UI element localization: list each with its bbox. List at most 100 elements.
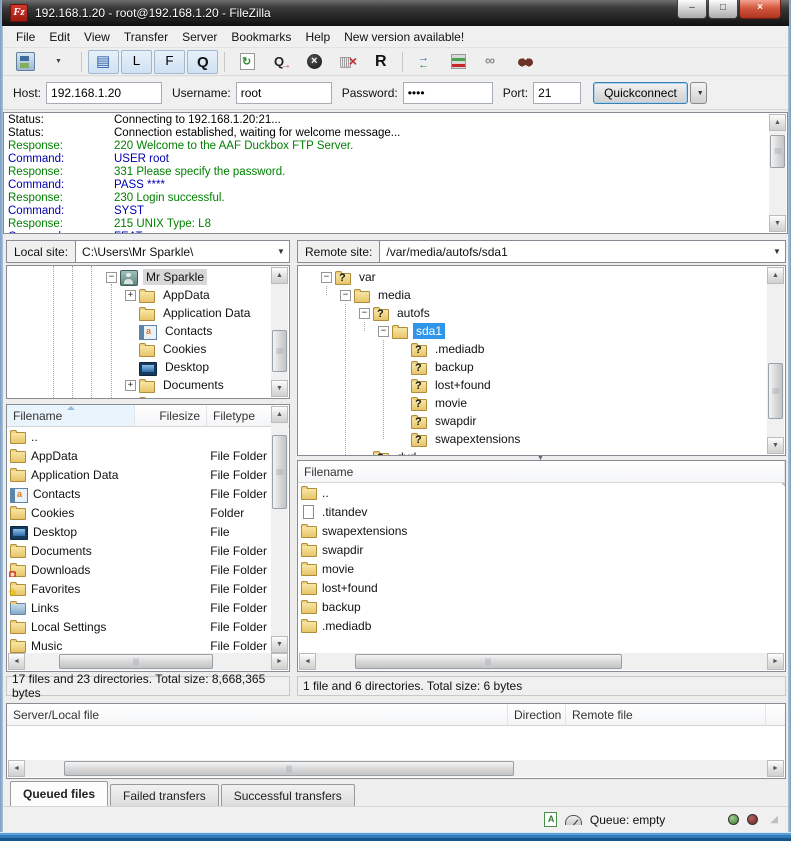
tree-expander[interactable]: + [125,290,136,301]
tree-expander[interactable]: − [340,290,351,301]
scroll-thumb[interactable] [272,330,287,373]
tree-item-downloads[interactable]: +Downloads [7,394,271,398]
tree-expander[interactable]: − [321,272,332,283]
tree-item-application-data[interactable]: Application Data [7,304,271,322]
queue-hscrollbar[interactable]: ◄► [8,760,784,777]
tree-item-backup[interactable]: backup [298,358,767,376]
tree-item-var[interactable]: −var [298,268,767,286]
directory-comparison-button[interactable] [442,50,475,74]
menu-item-new-version-available[interactable]: New version available! [337,28,471,46]
scroll-thumb[interactable] [355,654,622,669]
file-row-local-settings[interactable]: Local SettingsFile Folder [7,617,272,636]
file-row-desktop[interactable]: DesktopFile [7,522,272,541]
menu-item-help[interactable]: Help [298,28,337,46]
file-row-cookies[interactable]: CookiesFolder [7,503,272,522]
scroll-thumb[interactable] [768,363,783,419]
file-row-favorites[interactable]: FavoritesFile Folder [7,579,272,598]
tree-expander[interactable]: + [125,380,136,391]
tree-item-contacts[interactable]: Contacts [7,322,271,340]
file-row-links[interactable]: LinksFile Folder [7,598,272,617]
tree-expander[interactable]: − [106,272,117,283]
file-row-movie[interactable]: movie [298,559,785,578]
file-row-[interactable]: .. [7,427,272,446]
tree-item-dvd[interactable]: dvd [298,448,767,455]
toggle-remote-tree-button[interactable] [154,50,185,74]
tree-item-desktop[interactable]: Desktop [7,358,271,376]
local-tree-scrollbar[interactable]: ▲▼ [271,267,288,397]
queue-column-header-direction[interactable]: Direction [508,704,566,725]
column-header-filesize[interactable]: Filesize [135,405,207,426]
host-input[interactable] [46,82,162,104]
file-row-contacts[interactable]: ContactsFile Folder [7,484,272,503]
file-row-backup[interactable]: backup [298,597,785,616]
find-files-button[interactable] [510,50,541,74]
menu-item-edit[interactable]: Edit [42,28,77,46]
tree-expander[interactable]: + [125,398,136,399]
tree-item-appdata[interactable]: +AppData [7,286,271,304]
tab-queued-files[interactable]: Queued files [10,781,108,806]
menu-item-view[interactable]: View [77,28,117,46]
toggle-queue-button[interactable] [187,50,218,74]
quickconnect-button[interactable]: Quickconnect [593,82,688,104]
resize-grip[interactable]: ◢ [770,814,778,825]
username-input[interactable] [236,82,332,104]
message-log-scrollbar[interactable]: ▲▼ [769,114,786,232]
remote-tree-scrollbar[interactable]: ▲▼ [767,267,784,454]
maximize-button[interactable]: □ [708,0,738,19]
close-button[interactable]: × [739,0,781,19]
scroll-down-arrow[interactable]: ▼ [271,636,288,653]
file-row-application-data[interactable]: Application DataFile Folder [7,465,272,484]
local-site-path[interactable]: C:\Users\Mr Sparkle\ [76,241,273,262]
tree-expander[interactable]: − [378,326,389,337]
menu-item-file[interactable]: File [9,28,42,46]
tree-item-cookies[interactable]: Cookies [7,340,271,358]
refresh-button[interactable] [231,50,264,74]
scroll-right-arrow[interactable]: ► [767,653,784,670]
site-manager-button[interactable] [9,50,42,74]
scroll-up-arrow[interactable]: ▲ [271,406,288,423]
process-queue-button[interactable] [266,50,297,74]
file-row-documents[interactable]: DocumentsFile Folder [7,541,272,560]
panel-collapse-arrow[interactable]: ▼ [537,455,544,462]
tab-successful-transfers[interactable]: Successful transfers [221,784,355,806]
scroll-right-arrow[interactable]: ► [767,760,784,777]
scroll-left-arrow[interactable]: ◄ [8,760,25,777]
tree-item-movie[interactable]: movie [298,394,767,412]
file-row-mediadb[interactable]: .mediadb [298,616,785,635]
port-input[interactable] [533,82,581,104]
scroll-left-arrow[interactable]: ◄ [299,653,316,670]
scroll-down-arrow[interactable]: ▼ [769,215,786,232]
site-manager-dropdown[interactable] [44,50,75,74]
cancel-operation-button[interactable] [299,50,330,74]
column-header-filename[interactable]: Filename [7,405,135,426]
file-row-[interactable]: .. [298,483,785,502]
file-row-swapextensions[interactable]: swapextensions [298,521,785,540]
remote-site-dropdown-icon[interactable]: ▼ [769,241,785,262]
tree-item-media[interactable]: −media [298,286,767,304]
file-row-lost-found[interactable]: lost+found [298,578,785,597]
menu-item-transfer[interactable]: Transfer [117,28,175,46]
tree-item-documents[interactable]: +Documents [7,376,271,394]
minimize-button[interactable]: – [677,0,707,19]
menu-item-server[interactable]: Server [175,28,224,46]
tree-item-swapdir[interactable]: swapdir [298,412,767,430]
tree-item-mediadb[interactable]: .mediadb [298,340,767,358]
local-list-hscrollbar[interactable]: ◄► [8,653,288,670]
local-site-dropdown-icon[interactable]: ▼ [273,241,289,262]
tree-item-mr-sparkle[interactable]: −Mr Sparkle [7,268,271,286]
tree-item-lost-found[interactable]: lost+found [298,376,767,394]
remote-list-hscrollbar[interactable]: ◄► [299,653,784,670]
filter-button[interactable] [409,50,440,74]
tree-expander[interactable]: − [359,308,370,319]
file-row-appdata[interactable]: AppDataFile Folder [7,446,272,465]
synchronized-browsing-button[interactable] [477,50,508,74]
scroll-down-arrow[interactable]: ▼ [767,437,784,454]
tab-failed-transfers[interactable]: Failed transfers [110,784,219,806]
password-input[interactable] [403,82,493,104]
scroll-thumb[interactable] [64,761,514,776]
reconnect-button[interactable] [365,50,396,74]
file-row-swapdir[interactable]: swapdir [298,540,785,559]
scroll-up-arrow[interactable]: ▲ [271,267,288,284]
tree-item-sda1[interactable]: −sda1 [298,322,767,340]
tree-item-autofs[interactable]: −autofs [298,304,767,322]
